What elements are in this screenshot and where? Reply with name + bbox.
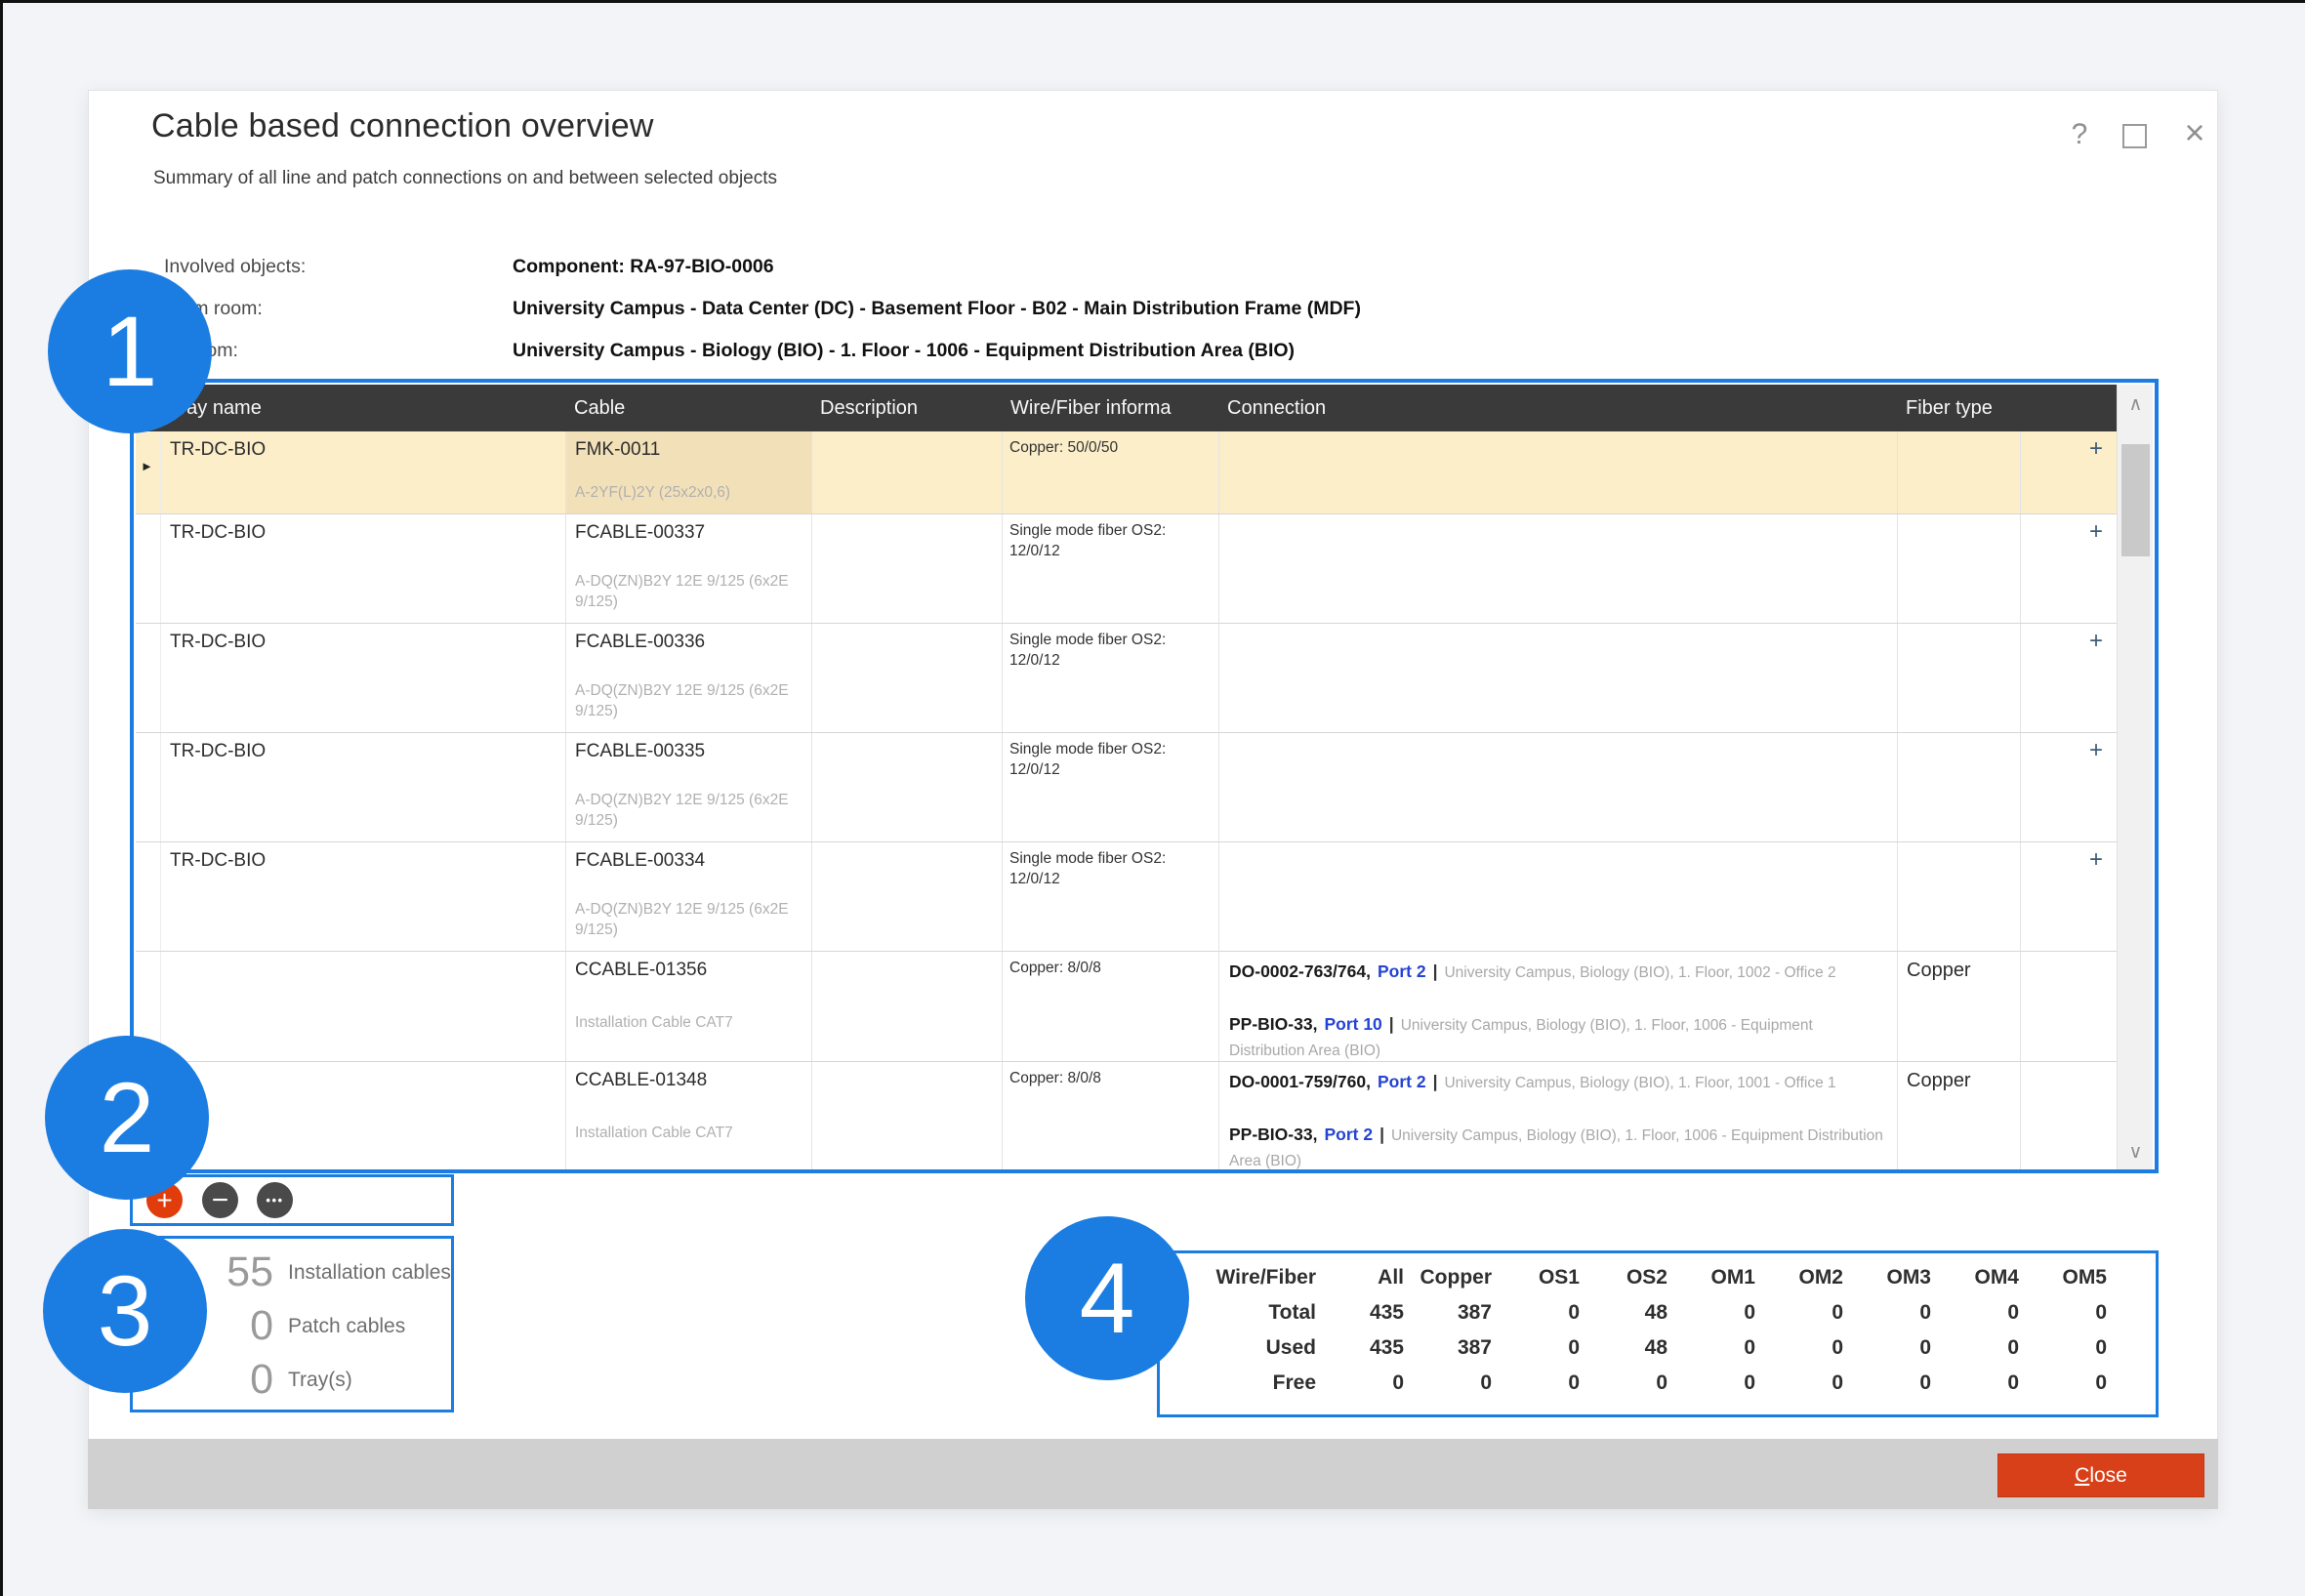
cable-name: FCABLE-00334 xyxy=(575,850,705,872)
cable-name: FCABLE-00336 xyxy=(575,632,705,653)
cable-type: A-DQ(ZN)B2Y 12E 9/125 (6x2E 9/125) xyxy=(575,680,802,721)
tray-name: TR-DC-BIO xyxy=(170,632,266,653)
wirefiber-info: Copper: 8/0/8 xyxy=(1009,958,1213,978)
cable-type: Installation Cable CAT7 xyxy=(575,1123,802,1143)
column-header-connection[interactable]: Connection xyxy=(1227,385,1813,431)
column-header-wirefiber[interactable]: Wire/Fiber informa xyxy=(1010,385,1211,431)
grid-header-row: ✳ Tray name Cable Description Wire/Fiber… xyxy=(136,385,2117,431)
cable-type: A-DQ(ZN)B2Y 12E 9/125 (6x2E 9/125) xyxy=(575,790,802,831)
expand-row-button[interactable]: + xyxy=(2089,737,2103,764)
cable-type: A-2YF(L)2Y (25x2x0,6) xyxy=(575,482,802,503)
installation-cables-label: Installation cables xyxy=(288,1261,451,1285)
expand-row-button[interactable]: + xyxy=(2089,628,2103,655)
summary-total-row: Total 435 387 0 48 0 0 0 0 0 xyxy=(1199,1295,2107,1330)
scrollbar-thumb[interactable] xyxy=(2121,444,2150,556)
port-link[interactable]: Port 2 xyxy=(1324,1125,1373,1144)
summary-header-row: Wire/Fiber All Copper OS1 OS2 OM1 OM2 OM… xyxy=(1199,1260,2107,1295)
expand-row-button[interactable]: + xyxy=(2089,435,2103,463)
annotation-step-2: 2 xyxy=(45,1036,209,1200)
annotation-step-1: 1 xyxy=(48,269,212,433)
table-row[interactable]: TR-DC-BIO FCABLE-00335 A-DQ(ZN)B2Y 12E 9… xyxy=(136,733,2117,842)
cable-type: A-DQ(ZN)B2Y 12E 9/125 (6x2E 9/125) xyxy=(575,899,802,940)
cable-name: FMK-0011 xyxy=(575,439,660,461)
dialog-footer-bar: Close xyxy=(88,1439,2218,1509)
port-link[interactable]: Port 2 xyxy=(1378,1072,1426,1091)
wirefiber-info: Single mode fiber OS2:12/0/12 xyxy=(1009,848,1213,889)
scroll-up-icon[interactable]: ∧ xyxy=(2118,389,2153,422)
dialog-subtitle: Summary of all line and patch connection… xyxy=(153,168,777,189)
to-room-value: University Campus - Biology (BIO) - 1. F… xyxy=(513,340,1295,362)
more-options-button[interactable]: ••• xyxy=(257,1182,293,1218)
summary-free-row: Free 0 0 0 0 0 0 0 0 0 xyxy=(1199,1366,2107,1401)
table-row[interactable]: ► TR-DC-BIO FMK-0011 A-2YF(L)2Y (25x2x0,… xyxy=(136,431,2117,514)
minus-icon: − xyxy=(212,1184,229,1217)
tray-name: TR-DC-BIO xyxy=(170,850,266,872)
patch-cables-label: Patch cables xyxy=(288,1315,405,1338)
annotation-step-3: 3 xyxy=(43,1229,207,1393)
expand-row-button[interactable]: + xyxy=(2089,518,2103,546)
wirefiber-info: Copper: 50/0/50 xyxy=(1009,437,1213,458)
expand-row-button[interactable]: + xyxy=(2089,846,2103,874)
connection-endpoint: PP-BIO-33,Port 10|University Campus, Bio… xyxy=(1229,1012,1889,1063)
cable-name: CCABLE-01356 xyxy=(575,960,707,981)
maximize-icon[interactable] xyxy=(2122,124,2147,148)
help-icon[interactable]: ? xyxy=(2062,117,2097,152)
connection-grid: ✳ Tray name Cable Description Wire/Fiber… xyxy=(136,385,2153,1171)
ellipsis-icon: ••• xyxy=(266,1193,283,1207)
connection-endpoint: DO-0002-763/764,Port 2|University Campus… xyxy=(1229,960,1889,985)
table-row[interactable]: TR-DC-BIO FCABLE-00336 A-DQ(ZN)B2Y 12E 9… xyxy=(136,624,2117,733)
fiber-type: Copper xyxy=(1907,960,1971,982)
table-row[interactable]: CCABLE-01348 Installation Cable CAT7 Cop… xyxy=(136,1062,2117,1171)
cable-type: A-DQ(ZN)B2Y 12E 9/125 (6x2E 9/125) xyxy=(575,571,802,612)
remove-button[interactable]: − xyxy=(202,1182,238,1218)
involved-objects-value: Component: RA-97-BIO-0006 xyxy=(513,256,774,278)
table-row[interactable]: TR-DC-BIO FCABLE-00337 A-DQ(ZN)B2Y 12E 9… xyxy=(136,514,2117,624)
wirefiber-info: Single mode fiber OS2:12/0/12 xyxy=(1009,630,1213,671)
selected-row-arrow-icon: ► xyxy=(141,459,153,473)
scroll-down-icon[interactable]: ∨ xyxy=(2118,1136,2153,1169)
fiber-type: Copper xyxy=(1907,1070,1971,1092)
port-link[interactable]: Port 2 xyxy=(1378,962,1426,981)
close-icon[interactable]: × xyxy=(2175,113,2214,152)
cable-name: FCABLE-00335 xyxy=(575,741,705,762)
trays-label: Tray(s) xyxy=(288,1369,352,1392)
table-row[interactable]: CCABLE-01356 Installation Cable CAT7 Cop… xyxy=(136,952,2117,1062)
column-header-description[interactable]: Description xyxy=(820,385,996,431)
tray-name: TR-DC-BIO xyxy=(170,741,266,762)
port-link[interactable]: Port 10 xyxy=(1324,1014,1381,1034)
summary-used-row: Used 435 387 0 48 0 0 0 0 0 xyxy=(1199,1330,2107,1366)
column-header-tray-name[interactable]: Tray name xyxy=(169,385,559,431)
involved-objects-label: Involved objects: xyxy=(164,256,306,278)
vertical-scrollbar[interactable]: ∧ ∨ xyxy=(2117,385,2153,1171)
cable-name: CCABLE-01348 xyxy=(575,1070,707,1091)
connection-endpoint: DO-0001-759/760,Port 2|University Campus… xyxy=(1229,1070,1889,1095)
wirefiber-info: Copper: 8/0/8 xyxy=(1009,1068,1213,1088)
column-header-cable[interactable]: Cable xyxy=(574,385,799,431)
wire-fiber-summary-table: Wire/Fiber All Copper OS1 OS2 OM1 OM2 OM… xyxy=(1199,1260,2107,1401)
connection-endpoint: PP-BIO-33,Port 2|University Campus, Biol… xyxy=(1229,1123,1889,1171)
cable-type: Installation Cable CAT7 xyxy=(575,1012,802,1033)
wirefiber-info: Single mode fiber OS2:12/0/12 xyxy=(1009,739,1213,780)
table-row[interactable]: TR-DC-BIO FCABLE-00334 A-DQ(ZN)B2Y 12E 9… xyxy=(136,842,2117,952)
annotation-step-4: 4 xyxy=(1025,1216,1189,1380)
screen-top-edge xyxy=(0,0,2305,3)
tray-name: TR-DC-BIO xyxy=(170,522,266,544)
close-button[interactable]: Close xyxy=(1997,1453,2204,1497)
wirefiber-info: Single mode fiber OS2:12/0/12 xyxy=(1009,520,1213,561)
dialog-title: Cable based connection overview xyxy=(151,107,654,145)
cable-name: FCABLE-00337 xyxy=(575,522,705,544)
from-room-value: University Campus - Data Center (DC) - B… xyxy=(513,298,1361,320)
screen-left-edge xyxy=(0,0,3,1596)
column-header-fiber-type[interactable]: Fiber type xyxy=(1906,385,2011,431)
tray-name: TR-DC-BIO xyxy=(170,439,266,461)
